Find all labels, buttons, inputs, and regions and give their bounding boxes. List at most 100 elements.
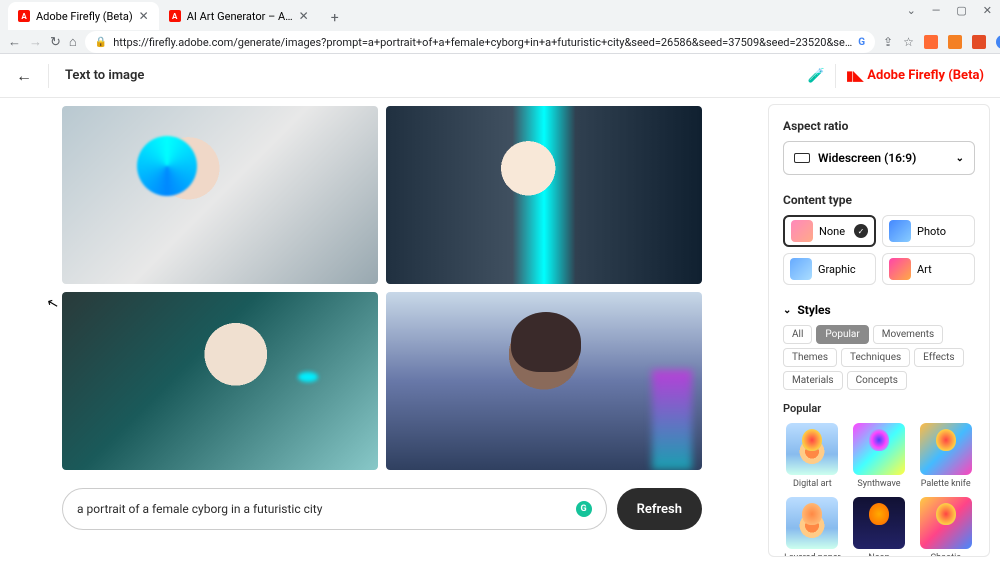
browser-tab-active[interactable]: A Adobe Firefly (Beta) ✕ xyxy=(8,2,159,30)
style-name: Layered paper xyxy=(784,553,841,557)
window-maximize-icon[interactable]: ▢ xyxy=(956,4,966,17)
style-tab-themes[interactable]: Themes xyxy=(783,348,837,367)
style-name: Chaotic xyxy=(930,553,961,557)
aspect-ratio-select[interactable]: Widescreen (16:9) ⌄ xyxy=(783,141,975,175)
style-name: Neon xyxy=(868,553,889,557)
prompt-input-wrap: G xyxy=(62,488,607,530)
divider xyxy=(835,64,836,88)
style-name: Palette knife xyxy=(921,479,971,489)
brand-text: Adobe Firefly (Beta) xyxy=(867,68,984,83)
back-arrow-icon[interactable]: ← xyxy=(16,66,32,86)
tab-title: Adobe Firefly (Beta) xyxy=(36,10,133,23)
grammarly-icon[interactable]: G xyxy=(576,501,592,517)
favicon-adobe-icon: A xyxy=(18,10,30,22)
generated-image[interactable] xyxy=(386,292,702,470)
url-field[interactable]: 🔒 https://firefly.adobe.com/generate/ima… xyxy=(85,31,875,53)
style-tab-effects[interactable]: Effects xyxy=(914,348,963,367)
image-grid xyxy=(62,106,702,470)
extension-icon[interactable] xyxy=(948,35,962,49)
style-thumb-icon xyxy=(920,423,972,475)
content-type-label-text: Graphic xyxy=(818,263,856,276)
url-text: https://firefly.adobe.com/generate/image… xyxy=(113,36,852,49)
page-title: Text to image xyxy=(65,68,144,83)
aspect-ratio-label: Aspect ratio xyxy=(783,119,975,133)
chevron-down-icon: ⌄ xyxy=(783,305,791,316)
back-button[interactable]: ← xyxy=(8,32,21,52)
window-dropdown-icon[interactable]: ⌄ xyxy=(907,4,916,17)
extension-icon[interactable] xyxy=(924,35,938,49)
generated-image[interactable] xyxy=(62,292,378,470)
extension-icon[interactable] xyxy=(972,35,986,49)
style-layered-paper[interactable]: Layered paper xyxy=(783,497,842,557)
style-tabs: All Popular Movements Themes Techniques … xyxy=(783,325,975,390)
lock-icon: 🔒 xyxy=(95,37,107,48)
style-thumb-icon xyxy=(920,497,972,549)
reload-button[interactable]: ↻ xyxy=(50,32,61,52)
style-name: Digital art xyxy=(793,479,832,489)
browser-chrome: ⌄ — ▢ ✕ A Adobe Firefly (Beta) ✕ A AI Ar… xyxy=(0,0,1000,54)
forward-button[interactable]: → xyxy=(29,32,42,52)
window-minimize-icon[interactable]: — xyxy=(932,4,941,17)
generated-image[interactable] xyxy=(386,106,702,284)
app-toolbar: ← Text to image 🧪 ▮◣ Adobe Firefly (Beta… xyxy=(0,54,1000,98)
window-close-icon[interactable]: ✕ xyxy=(983,4,992,17)
share-icon[interactable]: ⇪ xyxy=(883,35,893,49)
generated-image[interactable] xyxy=(62,106,378,284)
style-thumb-icon xyxy=(786,497,838,549)
style-tab-all[interactable]: All xyxy=(783,325,812,344)
content-type-label-text: Photo xyxy=(917,225,946,238)
style-tab-materials[interactable]: Materials xyxy=(783,371,843,390)
content-type-label: Content type xyxy=(783,193,975,207)
brand-logo[interactable]: ▮◣ Adobe Firefly (Beta) xyxy=(846,68,984,84)
canvas-area: G Refresh xyxy=(0,98,768,563)
content-type-graphic[interactable]: Graphic xyxy=(783,253,876,285)
extension-icons: ⇪ ☆ ◉ ✦ ▣ ⋮ xyxy=(883,34,1000,50)
style-digital-art[interactable]: Digital art xyxy=(783,423,842,489)
aspect-value: Widescreen (16:9) xyxy=(818,151,916,165)
style-neon[interactable]: Neon xyxy=(850,497,909,557)
tab-title: AI Art Generator – Adobe Firefly xyxy=(187,10,293,23)
divider xyxy=(48,64,49,88)
style-tab-techniques[interactable]: Techniques xyxy=(841,348,910,367)
style-grid: Digital art Synthwave Palette knife Laye… xyxy=(783,423,975,557)
style-palette-knife[interactable]: Palette knife xyxy=(916,423,975,489)
prompt-bar: G Refresh xyxy=(62,488,702,530)
style-synthwave[interactable]: Synthwave xyxy=(850,423,909,489)
content-type-label-text: None xyxy=(819,225,845,238)
style-thumb-icon xyxy=(853,497,905,549)
content-thumb-icon xyxy=(790,258,812,280)
star-icon[interactable]: ☆ xyxy=(903,35,914,49)
tab-close-icon[interactable]: ✕ xyxy=(299,9,309,23)
favicon-adobe-icon: A xyxy=(169,10,181,22)
settings-panel: Aspect ratio Widescreen (16:9) ⌄ Content… xyxy=(768,104,990,557)
address-bar: ← → ↻ ⌂ 🔒 https://firefly.adobe.com/gene… xyxy=(0,30,1000,54)
styles-label: Styles xyxy=(797,303,830,317)
style-name: Synthwave xyxy=(857,479,900,489)
tab-close-icon[interactable]: ✕ xyxy=(139,9,149,23)
google-icon[interactable]: G xyxy=(858,37,865,48)
content-type-grid: None ✓ Photo Graphic Art xyxy=(783,215,975,285)
popular-label: Popular xyxy=(783,402,975,415)
new-tab-button[interactable]: + xyxy=(323,6,347,30)
style-tab-popular[interactable]: Popular xyxy=(816,325,868,344)
main-content: ↖ G Refresh Aspect ratio Widescreen (16:… xyxy=(0,98,1000,563)
content-type-none[interactable]: None ✓ xyxy=(783,215,876,247)
style-tab-movements[interactable]: Movements xyxy=(873,325,943,344)
beaker-icon[interactable]: 🧪 xyxy=(808,68,825,84)
style-chaotic[interactable]: Chaotic xyxy=(916,497,975,557)
prompt-input[interactable] xyxy=(77,502,568,516)
extension-icon[interactable] xyxy=(996,35,1000,49)
styles-header[interactable]: ⌄ Styles xyxy=(783,303,975,317)
content-thumb-icon xyxy=(791,220,813,242)
content-thumb-icon xyxy=(889,220,911,242)
home-button[interactable]: ⌂ xyxy=(69,32,77,52)
content-type-photo[interactable]: Photo xyxy=(882,215,975,247)
style-thumb-icon xyxy=(786,423,838,475)
content-type-art[interactable]: Art xyxy=(882,253,975,285)
style-thumb-icon xyxy=(853,423,905,475)
browser-tab[interactable]: A AI Art Generator – Adobe Firefly ✕ xyxy=(159,2,319,30)
refresh-button[interactable]: Refresh xyxy=(617,488,702,530)
style-tab-concepts[interactable]: Concepts xyxy=(847,371,907,390)
content-type-label-text: Art xyxy=(917,263,932,276)
chevron-down-icon: ⌄ xyxy=(956,153,964,164)
